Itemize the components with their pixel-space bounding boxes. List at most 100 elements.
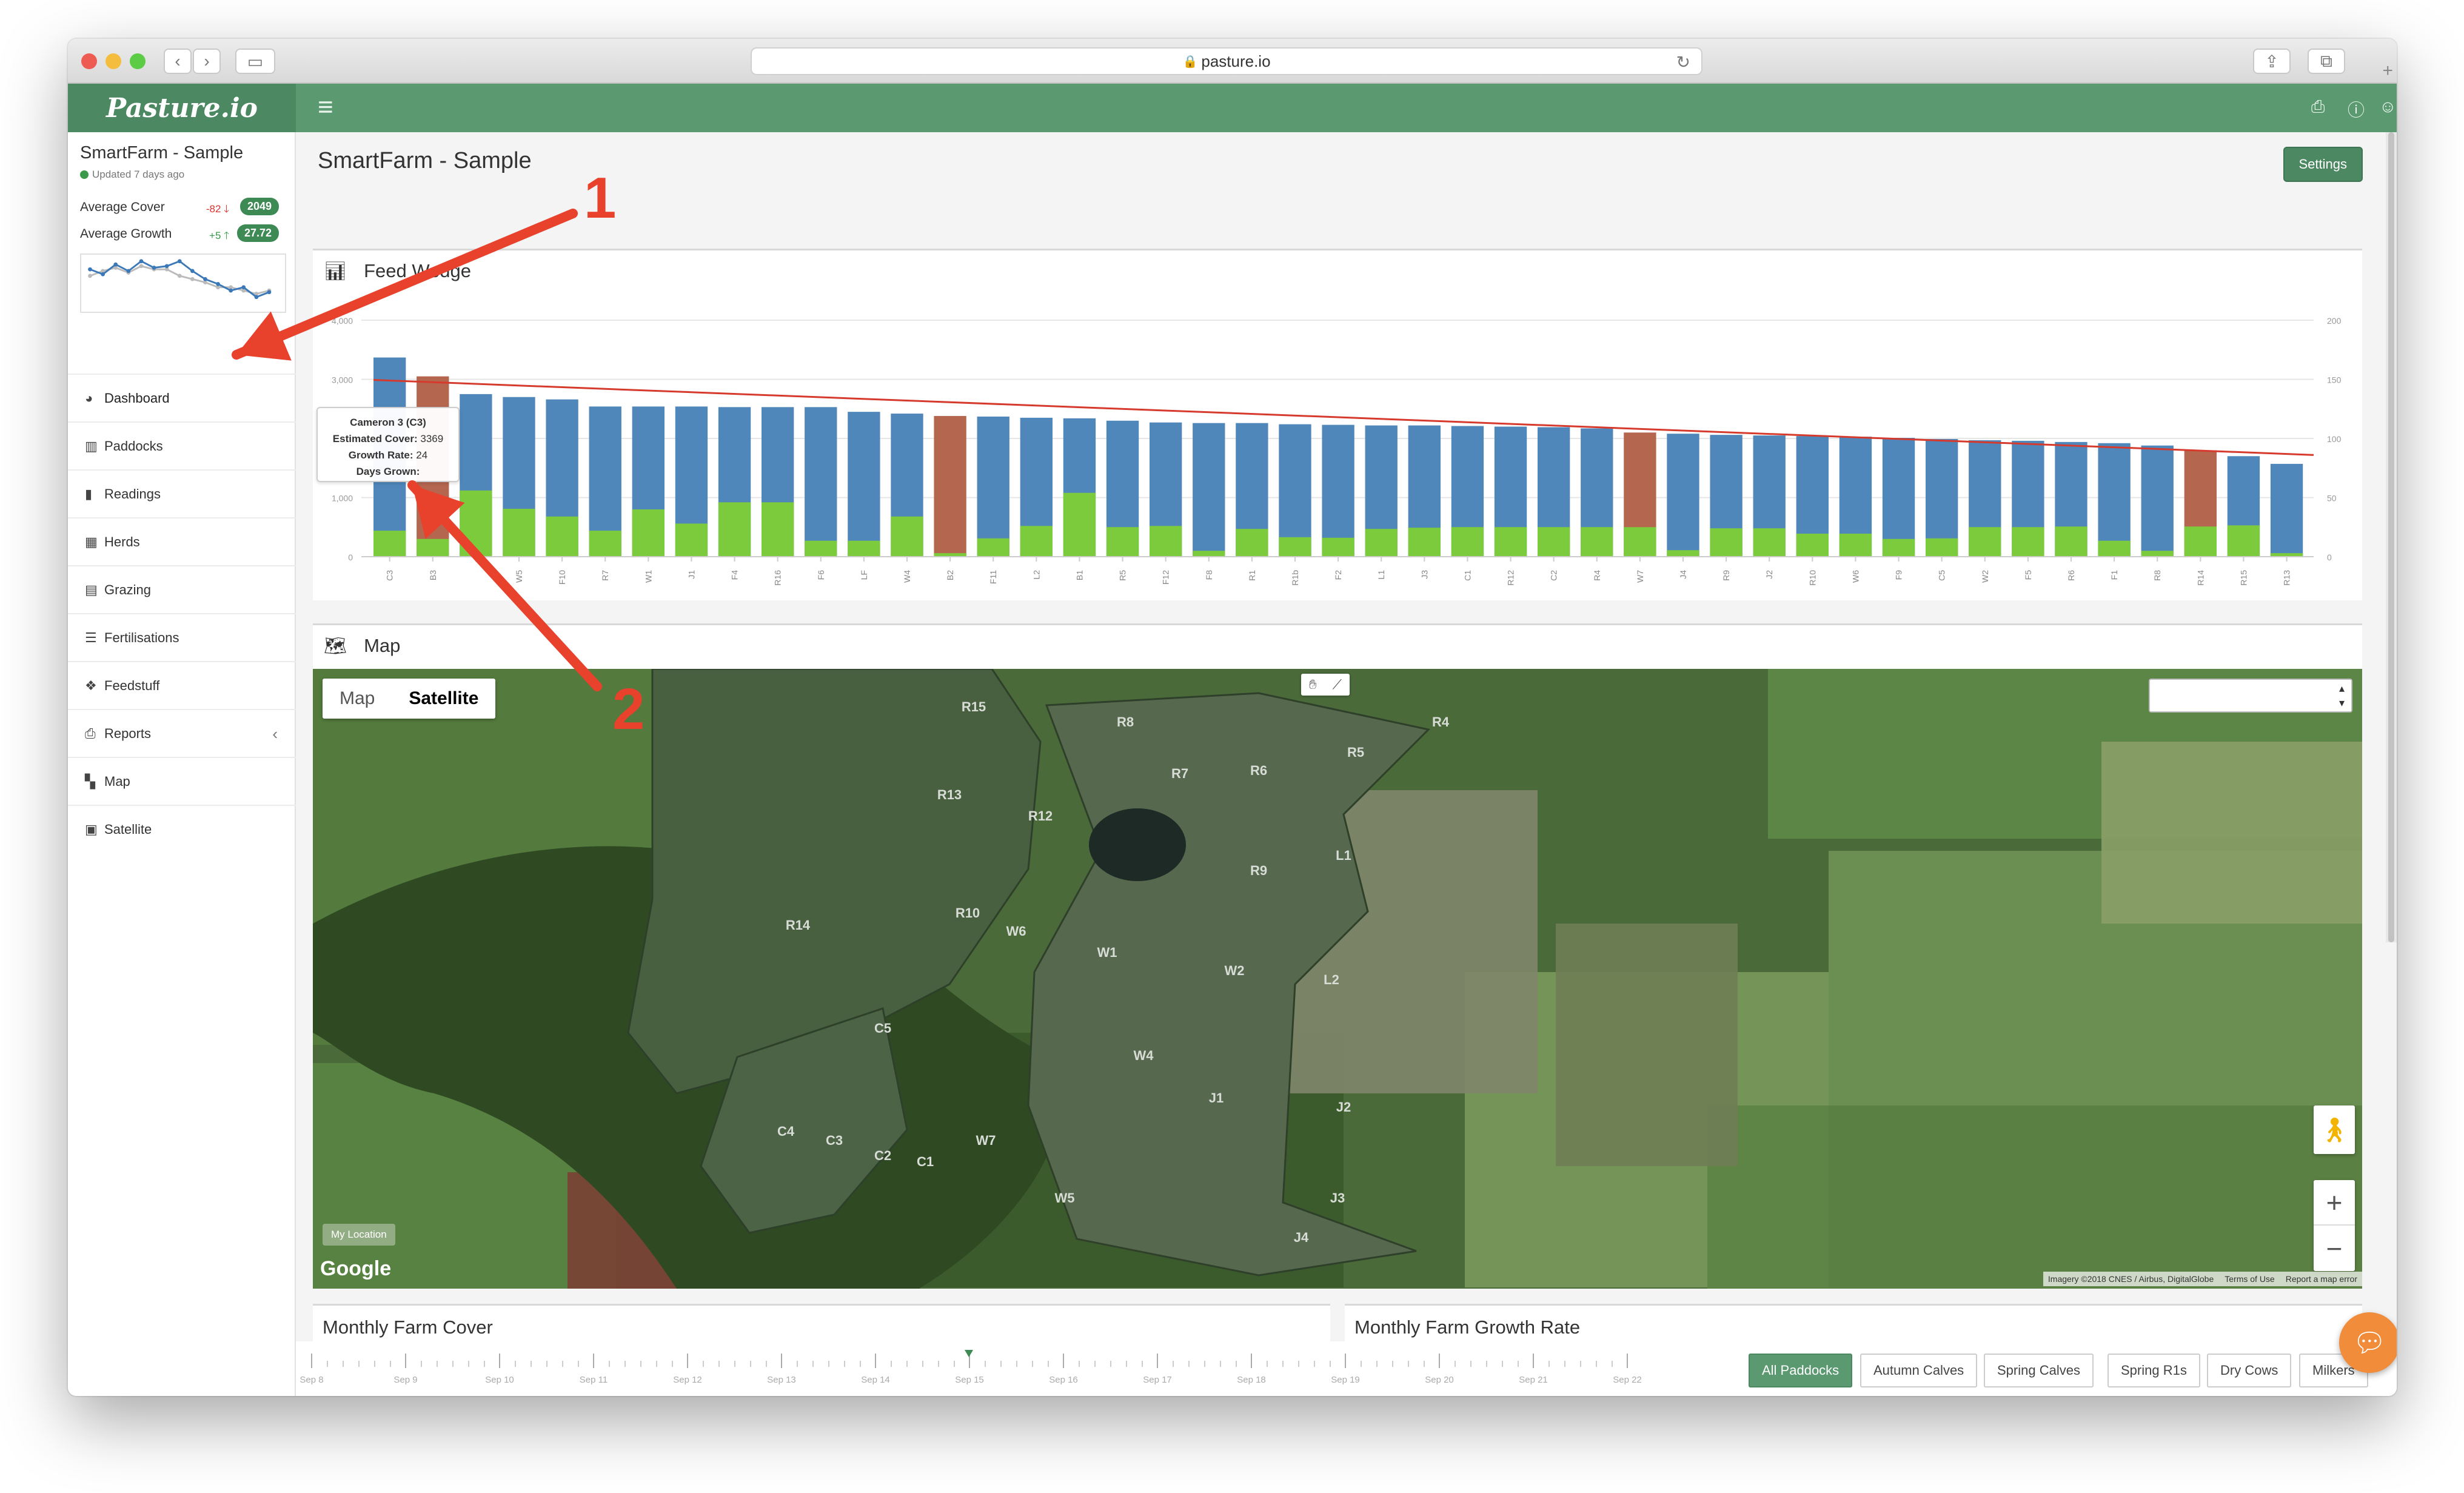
list-icon: ☰	[85, 630, 97, 645]
sidebar-item-readings[interactable]: ▮ Readings	[68, 469, 296, 518]
report-map-error-link[interactable]: Report a map error	[2286, 1274, 2357, 1284]
sidebar-item-satellite[interactable]: ▣ Satellite	[68, 805, 296, 853]
paddock-label: W5	[1055, 1190, 1075, 1206]
map-panel-header: 🗺︎ Map	[313, 623, 2362, 669]
paddock-label: R8	[1117, 714, 1134, 730]
settings-button[interactable]: Settings	[2283, 147, 2363, 182]
sidebar-item-grazing[interactable]: ▤ Grazing	[68, 565, 296, 614]
satellite-map[interactable]: R15 R8 R4 R7 R6 R5 R13 R12 R9 L1 R14 R10 W6 W1 W2 L2 C5 W…	[313, 669, 2362, 1289]
polyline-icon[interactable]: ⟋	[1333, 677, 1342, 693]
timeline-date-label: Sep 13	[767, 1375, 796, 1385]
x-tick-label: W6	[1850, 570, 1860, 583]
sidebar-item-herds[interactable]: ▦ Herds	[68, 517, 296, 566]
map-field	[2101, 742, 2362, 924]
new-tab-icon[interactable]: +	[2382, 61, 2393, 81]
info-icon[interactable]: ⓘ	[2348, 97, 2365, 121]
tabs-overview-icon[interactable]: ⧉	[2308, 49, 2345, 74]
cover-bar	[977, 416, 1009, 557]
stat-badge: 2049	[239, 198, 279, 215]
zoom-in-button[interactable]: +	[2314, 1180, 2355, 1226]
date-timeline: Sep 8 Sep 9 Sep 10 Sep 11 Sep 12 Sep 13 Sep 14…	[296, 1341, 2397, 1396]
sidebar-item-paddocks[interactable]: ▥ Paddocks	[68, 421, 296, 470]
terms-link[interactable]: Terms of Use	[2225, 1274, 2274, 1284]
sidebar-item-dashboard[interactable]: ◕ Dashboard	[68, 374, 296, 422]
scrollbar-thumb[interactable]	[2388, 132, 2394, 942]
growth-bar	[1020, 526, 1053, 557]
x-tick-label: R16	[773, 570, 783, 586]
herd-tab-all-paddocks[interactable]: All Paddocks	[1749, 1354, 1853, 1387]
herd-tab-spring-calves[interactable]: Spring Calves	[1984, 1354, 2094, 1387]
sidebar-item-map[interactable]: ▚ Map	[68, 757, 296, 805]
share-icon[interactable]: ⇪	[2253, 49, 2291, 74]
cover-bar	[848, 412, 880, 557]
sidebar-item-feedstuff[interactable]: ❖ Feedstuff	[68, 661, 296, 710]
sidebar-item-fertilisations[interactable]: ☰ Fertilisations	[68, 613, 296, 662]
paddock-label: R7	[1171, 766, 1188, 781]
cover-bar	[934, 415, 966, 557]
map-type-map[interactable]: Map	[323, 679, 392, 719]
my-location-button[interactable]: My Location	[323, 1224, 395, 1246]
draw-tools[interactable]: ✋︎ ⟋	[1301, 674, 1350, 696]
minimize-window-icon[interactable]	[105, 53, 121, 69]
close-window-icon[interactable]	[81, 53, 97, 69]
farm-name: SmartFarm - Sample	[80, 143, 244, 163]
google-logo: Google	[320, 1257, 392, 1280]
sidebar-toggle-icon[interactable]: ▭	[235, 49, 275, 74]
street-view-pegman-icon[interactable]: 🚶︎	[2314, 1105, 2355, 1154]
x-tick-label: W2	[1980, 570, 1990, 583]
image-icon: ▣	[85, 822, 98, 837]
x-tick-label: F1	[2109, 570, 2119, 580]
hand-icon[interactable]: ✋︎	[1309, 677, 1317, 693]
growth-bar	[1839, 533, 1872, 557]
paddock-group-select[interactable]	[2149, 679, 2352, 713]
sparkline-point	[88, 267, 92, 272]
print-icon[interactable]: ⎙	[2311, 97, 2325, 117]
sidebar-item-reports[interactable]: ⎙ Reports ‹	[68, 709, 296, 757]
cover-bar	[805, 407, 837, 557]
chat-launcher-icon[interactable]: 💬︎	[2339, 1312, 2397, 1373]
herd-tab-dry-cows[interactable]: Dry Cows	[2207, 1354, 2292, 1387]
timeline-ruler[interactable]: Sep 8 Sep 9 Sep 10 Sep 11 Sep 12 Sep 13 Sep 14…	[296, 1341, 1709, 1396]
paddock-label: R13	[937, 787, 962, 802]
growth-bar	[1624, 527, 1656, 557]
status-dot-icon	[80, 170, 89, 179]
stat-delta: -82 🡓	[206, 203, 229, 215]
zoom-window-icon[interactable]	[130, 53, 146, 69]
map-type-satellite[interactable]: Satellite	[392, 679, 495, 719]
paddock-label: R10	[956, 905, 980, 921]
growth-bar	[1236, 529, 1268, 557]
menu-icon[interactable]: ≡	[318, 92, 333, 122]
annotation-1: 1	[584, 166, 617, 230]
zoom-out-button[interactable]: −	[2314, 1226, 2355, 1271]
map-icon: 🗺︎	[324, 636, 347, 656]
x-tick-label: F10	[557, 570, 567, 585]
main-content: SmartFarm - Sample Settings 📊︎ Feed Wedg…	[296, 132, 2397, 1396]
reload-icon[interactable]: ↻	[1676, 52, 1690, 72]
timeline-date-label: Sep 12	[673, 1375, 702, 1385]
herd-tab-autumn-calves[interactable]: Autumn Calves	[1860, 1354, 1978, 1387]
paddock-label: R15	[962, 699, 986, 714]
growth-bar	[1279, 537, 1311, 557]
annotation-2: 2	[612, 677, 645, 742]
map-imagery[interactable]: R15 R8 R4 R7 R6 R5 R13 R12 R9 L1 R14 R10 W6 W1 W2 L2 C5 W…	[313, 669, 2362, 1289]
user-icon[interactable]: ☺	[2379, 97, 2397, 116]
herd-tab-spring-r1s[interactable]: Spring R1s	[2107, 1354, 2200, 1387]
x-tick-label: L2	[1031, 570, 1041, 580]
average-cover-stat: Average Cover -82 🡓 2049	[80, 198, 286, 216]
forward-icon[interactable]: ›	[193, 49, 221, 74]
x-tick-label: R10	[1807, 570, 1817, 586]
back-icon[interactable]: ‹	[164, 49, 192, 74]
y2-tick-label: 150	[2327, 375, 2342, 385]
growth-bar	[2055, 526, 2087, 557]
x-tick-label: R7	[600, 570, 610, 581]
page-scrollbar[interactable]	[2386, 132, 2397, 942]
app-logo[interactable]: Pasture.io	[68, 84, 296, 132]
address-bar[interactable]: 🔒 pasture.io ↻	[751, 47, 1702, 75]
y2-tick-label: 100	[2327, 434, 2342, 444]
paddock-label: C1	[917, 1154, 934, 1169]
cover-bar	[1667, 434, 1699, 557]
x-tick-label: C1	[1462, 570, 1472, 581]
map-type-toggle[interactable]: Map Satellite	[323, 679, 496, 719]
url-text: pasture.io	[1201, 52, 1271, 70]
tooltip-cover: Estimated Cover: 3369	[332, 433, 444, 445]
